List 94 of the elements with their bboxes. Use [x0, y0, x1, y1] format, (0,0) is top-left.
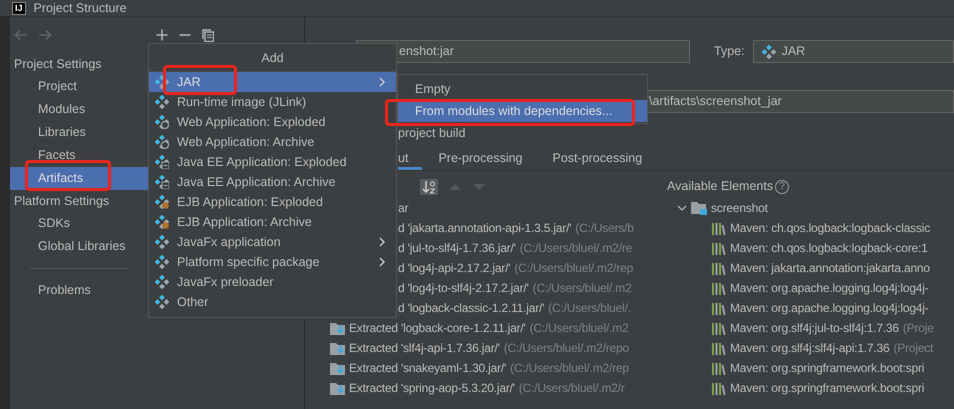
artifact-icon — [155, 75, 169, 89]
menu-item[interactable]: Java EE Application: Exploded — [149, 152, 396, 172]
file-path: (C:/Users/b — [575, 220, 634, 237]
tree-item[interactable]: Extracted 'slf4j-api-1.7.36.jar/' — [349, 339, 500, 357]
artifact-icon — [762, 44, 776, 58]
artifact-icon — [155, 275, 169, 289]
panel-title: Available Elements — [667, 178, 774, 196]
sidebar-item[interactable]: SDKs — [10, 212, 148, 235]
sidebar-item[interactable]: Facets — [10, 144, 148, 167]
artifact-icon — [155, 295, 169, 309]
sidebar-item[interactable]: Artifacts — [10, 167, 148, 190]
menu-item[interactable]: EJB Application: Exploded — [149, 192, 396, 212]
library-icon — [712, 262, 726, 274]
file-path: (C:/Users/bluel/.m2 — [532, 280, 632, 297]
tree-item[interactable]: Maven: org.slf4j:jul-to-slf4j:1.7.36 — [730, 319, 899, 337]
tree-item[interactable]: Maven: org.springframework.boot:spri — [730, 379, 924, 397]
type-dropdown[interactable]: JAR — [752, 40, 954, 63]
chevron-down-icon[interactable] — [677, 203, 687, 213]
extracted-archive-icon — [330, 321, 345, 335]
artifact-icon — [155, 235, 169, 249]
library-icon — [712, 282, 726, 294]
dropdown-value: JAR — [782, 43, 806, 60]
app-logo: IJ — [12, 2, 26, 14]
sidebar-item[interactable]: Global Libraries — [10, 235, 148, 258]
sort-button[interactable] — [420, 178, 438, 194]
tree-item[interactable]: screenshot — [711, 199, 768, 217]
library-icon — [712, 222, 726, 234]
menu-item[interactable]: JavaFx application — [149, 232, 396, 252]
tree-item[interactable]: Maven: org.slf4j:slf4j-api:1.7.36 — [730, 339, 890, 357]
tree-item[interactable]: Maven: ch.qos.logback:logback-core:1 — [730, 239, 928, 257]
window-title: Project Structure — [34, 1, 127, 15]
ejb-artifact-icon — [155, 195, 169, 209]
artifact-icon — [155, 255, 169, 269]
sidebar-item[interactable]: Libraries — [10, 121, 148, 144]
web-artifact-icon — [155, 115, 169, 129]
sidebar-item[interactable]: Modules — [10, 98, 148, 121]
tree-item-note: (Proje — [902, 320, 934, 337]
library-icon — [712, 362, 726, 374]
javaee-artifact-icon — [155, 155, 169, 169]
menu-item[interactable]: JAR — [149, 72, 396, 92]
file-path: (C:/Users/bluel/.m2 — [530, 320, 628, 337]
tab[interactable]: Pre-processing — [424, 147, 537, 170]
artifact-icon — [155, 95, 169, 109]
menu-item[interactable]: EJB Application: Archive — [149, 212, 396, 232]
library-icon — [712, 322, 726, 334]
library-icon — [712, 342, 726, 354]
tree-item[interactable]: Maven: jakarta.annotation:jakarta.anno — [730, 259, 930, 277]
file-path: (C:/Users/bluel/.m2/rep — [514, 260, 634, 277]
menu-item[interactable]: From modules with dependencies... — [398, 100, 647, 122]
tree-item[interactable]: Maven: org.springframework.boot:spri — [730, 359, 924, 377]
extracted-archive-icon — [330, 341, 345, 355]
tab[interactable]: Post-processing — [538, 147, 656, 170]
checkbox-label: project build — [398, 126, 466, 140]
extracted-archive-icon — [330, 381, 345, 395]
type-label: Type: — [714, 43, 745, 60]
file-path: (C:/Users/bluel/.m2/rep — [510, 360, 629, 377]
menu-item[interactable]: Web Application: Archive — [149, 132, 396, 152]
help-icon[interactable]: ? — [775, 180, 790, 194]
folder-icon — [691, 201, 707, 215]
sidebar-item[interactable]: Problems — [10, 279, 148, 302]
file-path: (C:/Users/bluel/.m2/repo — [504, 340, 629, 357]
sidebar-item[interactable]: Project — [10, 75, 148, 98]
tree-item-note: (Project — [893, 340, 934, 357]
file-path: (C:/Users/bluel/. — [548, 300, 631, 317]
tree-item[interactable]: Extracted 'snakeyaml-1.30.jar/' — [349, 359, 506, 377]
tree-item[interactable]: ar — [398, 199, 408, 217]
library-icon — [712, 242, 726, 254]
web-artifact-icon — [155, 135, 169, 149]
menu-item[interactable]: Web Application: Exploded — [149, 112, 396, 132]
library-icon — [712, 302, 726, 314]
tree-item[interactable]: Maven: org.apache.logging.log4j:log4j- — [730, 279, 929, 297]
menu-item[interactable]: Java EE Application: Archive — [149, 172, 396, 192]
tree-item[interactable]: d 'log4j-to-slf4j-2.17.2.jar/' — [398, 279, 529, 297]
extracted-archive-icon — [330, 361, 345, 375]
section-heading: Project Settings — [13, 56, 103, 73]
menu-item[interactable]: JavaFx preloader — [149, 272, 396, 292]
file-path: (C:/Users/bluel/.m2/re — [520, 240, 632, 257]
javaee-artifact-icon — [155, 175, 169, 189]
copy-icon[interactable] — [202, 28, 214, 42]
file-path: (C:/Users/bluel/.m2/r — [518, 380, 625, 397]
tree-item[interactable]: Extracted 'logback-core-1.2.11.jar/' — [349, 319, 526, 337]
menu-item[interactable]: Other — [149, 292, 396, 312]
tree-item[interactable]: d 'jakarta.annotation-api-1.3.5.jar/' — [398, 219, 572, 237]
tree-item[interactable]: d 'log4j-api-2.17.2.jar/' — [398, 259, 510, 277]
add-icon[interactable] — [156, 29, 168, 41]
tree-item[interactable]: d 'jul-to-slf4j-1.7.36.jar/' — [398, 239, 516, 257]
tree-item[interactable]: Maven: ch.qos.logback:logback-classic — [730, 219, 930, 237]
section-heading: Platform Settings — [13, 193, 110, 210]
tree-item[interactable]: Maven: org.apache.logging.log4j:log4j- — [730, 299, 929, 317]
tree-item[interactable]: Extracted 'spring-aop-5.3.20.jar/' — [349, 379, 515, 397]
ejb-artifact-icon — [155, 215, 169, 229]
tree-item[interactable]: d 'logback-classic-1.2.11.jar/' — [398, 299, 544, 317]
menu-item[interactable]: Platform specific package — [149, 252, 396, 272]
library-icon — [712, 382, 726, 394]
